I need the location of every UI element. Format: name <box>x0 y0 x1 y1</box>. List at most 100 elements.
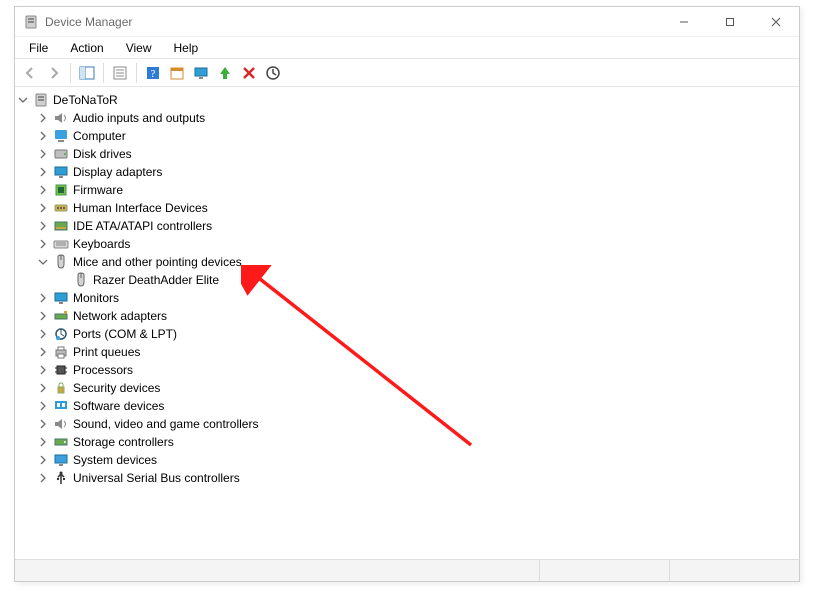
storage-icon <box>53 434 69 450</box>
chevron-right-icon[interactable] <box>37 328 49 340</box>
app-icon <box>23 14 39 30</box>
device-category[interactable]: Computer <box>37 127 797 145</box>
chevron-right-icon[interactable] <box>37 418 49 430</box>
device-category[interactable]: Monitors <box>37 289 797 307</box>
menu-file[interactable]: File <box>21 39 56 57</box>
toolbar-uninstall[interactable] <box>214 62 236 84</box>
device-label: IDE ATA/ATAPI controllers <box>73 219 212 233</box>
chevron-right-icon[interactable] <box>37 202 49 214</box>
toolbar-back[interactable] <box>19 62 41 84</box>
ports-icon <box>53 326 69 342</box>
device-category[interactable]: Ports (COM & LPT) <box>37 325 797 343</box>
chevron-right-icon[interactable] <box>37 436 49 448</box>
chevron-right-icon[interactable] <box>37 310 49 322</box>
audio-icon <box>53 416 69 432</box>
device-category[interactable]: Sound, video and game controllers <box>37 415 797 433</box>
chevron-right-icon[interactable] <box>37 364 49 376</box>
software-icon <box>53 398 69 414</box>
system-icon <box>53 452 69 468</box>
device-category[interactable]: Display adapters <box>37 163 797 181</box>
audio-icon <box>53 110 69 126</box>
device-category[interactable]: Print queues <box>37 343 797 361</box>
device-category[interactable]: Storage controllers <box>37 433 797 451</box>
device-label: Monitors <box>73 291 119 305</box>
toolbar-update[interactable] <box>190 62 212 84</box>
menubar: File Action View Help <box>15 37 799 59</box>
chevron-right-icon[interactable] <box>37 454 49 466</box>
computer-icon <box>53 128 69 144</box>
chevron-right-icon[interactable] <box>37 472 49 484</box>
menu-help[interactable]: Help <box>166 39 207 57</box>
chevron-right-icon[interactable] <box>37 166 49 178</box>
device-label: Keyboards <box>73 237 130 251</box>
device-tree-pane[interactable]: DeToNaToR Audio inputs and outputs Compute… <box>15 87 799 559</box>
mouse-icon <box>53 254 69 270</box>
security-icon <box>53 380 69 396</box>
menu-view[interactable]: View <box>118 39 160 57</box>
close-button[interactable] <box>753 7 799 37</box>
device-label: Razer DeathAdder Elite <box>93 273 219 287</box>
device-category[interactable]: Universal Serial Bus controllers <box>37 469 797 487</box>
device-category[interactable]: Audio inputs and outputs <box>37 109 797 127</box>
device-category[interactable]: Keyboards <box>37 235 797 253</box>
chevron-right-icon[interactable] <box>37 346 49 358</box>
device-label: Firmware <box>73 183 123 197</box>
mouse-icon <box>73 272 89 288</box>
device-label: Software devices <box>73 399 164 413</box>
titlebar[interactable]: Device Manager <box>15 7 799 37</box>
device-category[interactable]: System devices <box>37 451 797 469</box>
keyboard-icon <box>53 236 69 252</box>
maximize-button[interactable] <box>707 7 753 37</box>
chevron-right-icon[interactable] <box>37 112 49 124</box>
device-label: Processors <box>73 363 133 377</box>
menu-action[interactable]: Action <box>62 39 111 57</box>
device-item[interactable]: Razer DeathAdder Elite <box>57 271 797 289</box>
device-category[interactable]: DeToNaToR <box>17 91 797 109</box>
chevron-down-icon[interactable] <box>37 256 49 268</box>
hid-icon <box>53 200 69 216</box>
minimize-button[interactable] <box>661 7 707 37</box>
firmware-icon <box>53 182 69 198</box>
toolbar-action[interactable] <box>166 62 188 84</box>
window-title: Device Manager <box>45 15 132 29</box>
device-category[interactable]: Security devices <box>37 379 797 397</box>
device-label: Computer <box>73 129 126 143</box>
chevron-right-icon[interactable] <box>37 400 49 412</box>
toolbar-help[interactable] <box>142 62 164 84</box>
device-label: Audio inputs and outputs <box>73 111 205 125</box>
device-category[interactable]: Human Interface Devices <box>37 199 797 217</box>
toolbar-delete[interactable] <box>238 62 260 84</box>
cpu-icon <box>53 362 69 378</box>
usb-icon <box>53 470 69 486</box>
toolbar-properties[interactable] <box>109 62 131 84</box>
device-category[interactable]: Processors <box>37 361 797 379</box>
device-label: Mice and other pointing devices <box>73 255 242 269</box>
device-category[interactable]: Software devices <box>37 397 797 415</box>
toolbar-console-tree[interactable] <box>76 62 98 84</box>
device-category[interactable]: Firmware <box>37 181 797 199</box>
device-label: Network adapters <box>73 309 167 323</box>
toolbar-forward[interactable] <box>43 62 65 84</box>
toolbar <box>15 59 799 87</box>
chevron-right-icon[interactable] <box>37 148 49 160</box>
device-label: System devices <box>73 453 157 467</box>
device-category[interactable]: Network adapters <box>37 307 797 325</box>
chevron-right-icon[interactable] <box>37 382 49 394</box>
toolbar-scan[interactable] <box>262 62 284 84</box>
device-label: DeToNaToR <box>53 93 118 107</box>
statusbar <box>15 559 799 581</box>
chevron-right-icon[interactable] <box>37 220 49 232</box>
chevron-right-icon[interactable] <box>37 130 49 142</box>
chevron-right-icon[interactable] <box>37 184 49 196</box>
chevron-right-icon[interactable] <box>37 292 49 304</box>
device-category[interactable]: Disk drives <box>37 145 797 163</box>
chevron-right-icon[interactable] <box>37 238 49 250</box>
device-label: Disk drives <box>73 147 132 161</box>
disk-icon <box>53 146 69 162</box>
device-category[interactable]: Mice and other pointing devices <box>37 253 797 271</box>
chevron-down-icon[interactable] <box>17 94 29 106</box>
device-label: Human Interface Devices <box>73 201 208 215</box>
device-category[interactable]: IDE ATA/ATAPI controllers <box>37 217 797 235</box>
monitor-icon <box>53 290 69 306</box>
network-icon <box>53 308 69 324</box>
